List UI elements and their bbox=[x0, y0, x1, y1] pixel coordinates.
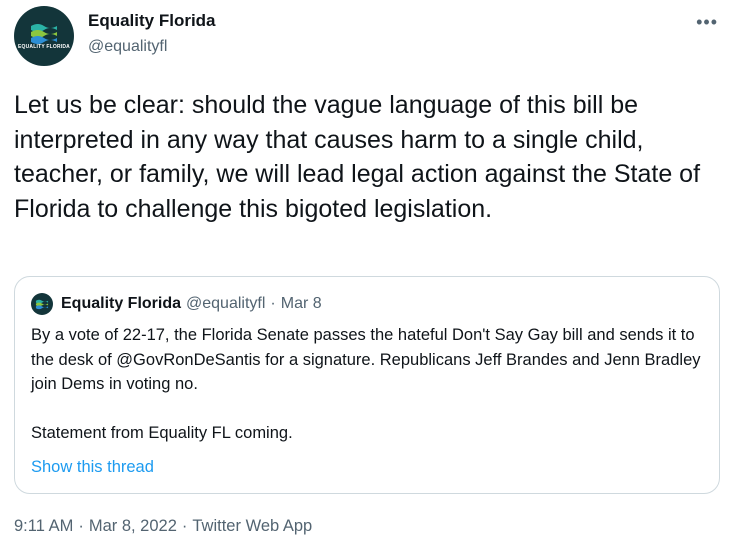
quote-author-name: Equality Florida bbox=[61, 295, 182, 312]
tweet-metadata: 9:11 AM · Mar 8, 2022 · Twitter Web App bbox=[14, 514, 312, 538]
tweet-date[interactable]: Mar 8, 2022 bbox=[89, 517, 177, 535]
quote-paragraph-1: By a vote of 22-17, the Florida Senate p… bbox=[31, 326, 701, 393]
equality-florida-logo-icon: EQUALITY FLORIDA bbox=[18, 22, 70, 50]
quote-header: Equality Florida @equalityfl · Mar 8 bbox=[31, 293, 322, 315]
tweet-time[interactable]: 9:11 AM bbox=[14, 517, 73, 535]
quote-separator: · bbox=[270, 295, 276, 312]
avatar-logo-text: EQUALITY FLORIDA bbox=[18, 44, 70, 50]
author-block: Equality Florida @equalityfl bbox=[88, 10, 216, 58]
more-options-icon[interactable]: ••• bbox=[696, 12, 718, 32]
quote-date[interactable]: Mar 8 bbox=[281, 295, 322, 313]
quote-author-handle: @equalityfl bbox=[186, 295, 266, 312]
tweet-source[interactable]: Twitter Web App bbox=[192, 517, 312, 535]
flag-logo-icon bbox=[31, 24, 57, 44]
show-thread-link[interactable]: Show this thread bbox=[31, 455, 154, 479]
quote-text: By a vote of 22-17, the Florida Senate p… bbox=[31, 323, 707, 446]
quote-paragraph-2: Statement from Equality FL coming. bbox=[31, 424, 293, 442]
author-handle[interactable]: @equalityfl bbox=[88, 36, 216, 58]
tweet-text: Let us be clear: should the vague langua… bbox=[14, 91, 701, 223]
metadata-separator: · bbox=[181, 517, 188, 535]
quote-avatar bbox=[31, 293, 53, 315]
flag-logo-icon bbox=[35, 299, 49, 310]
avatar[interactable]: EQUALITY FLORIDA bbox=[14, 6, 74, 66]
quoted-tweet[interactable]: Equality Florida @equalityfl · Mar 8 By … bbox=[14, 276, 720, 494]
metadata-separator: · bbox=[78, 517, 84, 535]
author-name[interactable]: Equality Florida bbox=[88, 10, 216, 32]
